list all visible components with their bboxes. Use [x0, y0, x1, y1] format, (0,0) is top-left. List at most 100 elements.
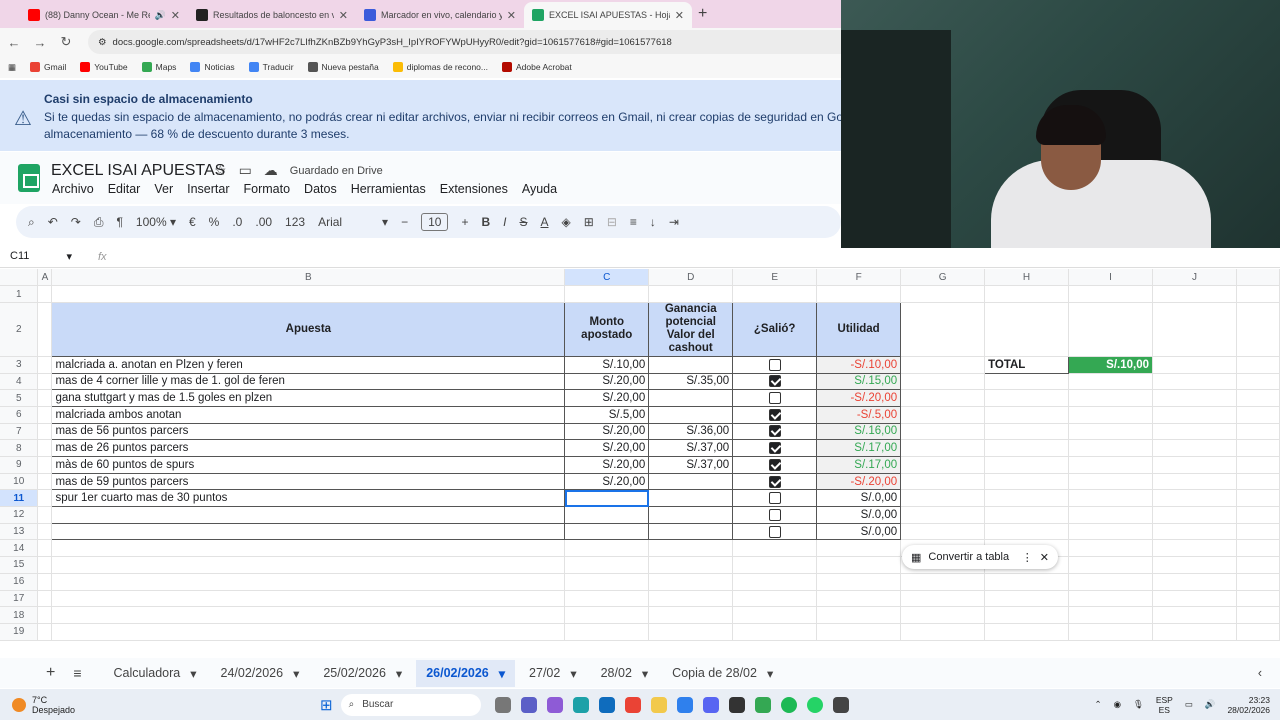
row-header[interactable]: 16: [0, 573, 39, 591]
convert-to-table-chip[interactable]: ▦ Convertir a tabla ⋮ ✕: [902, 545, 1058, 569]
close-icon[interactable]: ✕: [1040, 551, 1049, 564]
bold-icon[interactable]: B: [481, 215, 490, 229]
cell[interactable]: [37, 506, 53, 524]
cell[interactable]: [1152, 590, 1237, 608]
cell[interactable]: [984, 523, 1070, 541]
cell[interactable]: [900, 373, 986, 391]
cell[interactable]: [37, 423, 53, 441]
row-header[interactable]: 1: [0, 285, 39, 303]
cell[interactable]: [816, 539, 902, 558]
cell-ganancia[interactable]: [648, 405, 734, 424]
cell[interactable]: [1236, 373, 1280, 391]
bookmark-youtube[interactable]: YouTube: [80, 62, 128, 72]
increase-decimal-button[interactable]: .00: [255, 215, 272, 229]
chevron-down-icon[interactable]: ▾: [767, 666, 773, 681]
whatsapp-icon[interactable]: [806, 696, 823, 713]
cell[interactable]: [1236, 423, 1280, 441]
row-header[interactable]: 4: [0, 373, 39, 391]
task-view-icon[interactable]: [494, 696, 511, 713]
row-header[interactable]: 17: [0, 590, 39, 608]
cell[interactable]: [1152, 489, 1237, 508]
forward-icon[interactable]: →: [32, 35, 48, 50]
bookmark-maps[interactable]: Maps: [141, 62, 176, 72]
bookmark-gmail[interactable]: Gmail: [30, 62, 66, 72]
menu-ayuda[interactable]: Ayuda: [522, 182, 557, 196]
cell[interactable]: [984, 439, 1070, 457]
cell[interactable]: [1068, 302, 1153, 357]
copilot-icon[interactable]: [546, 696, 563, 713]
cell[interactable]: [1068, 573, 1153, 591]
cell-apuesta[interactable]: mas de 4 corner lille y mas de 1. gol de…: [51, 372, 566, 391]
cell-monto[interactable]: S/.10,00: [564, 355, 650, 374]
cell[interactable]: [1068, 623, 1153, 641]
cell-monto[interactable]: S/.20,00: [564, 372, 650, 391]
bookmark-noticias[interactable]: Noticias: [190, 62, 235, 72]
browser-tab-active[interactable]: EXCEL ISAI APUESTAS - Hojas de cálculo ✕: [524, 2, 692, 28]
cell[interactable]: [900, 489, 986, 508]
corner-cell[interactable]: [0, 269, 39, 287]
cell[interactable]: [1068, 423, 1153, 441]
move-folder-icon[interactable]: ▭: [239, 162, 252, 179]
checkbox-checked[interactable]: [768, 475, 781, 488]
cell[interactable]: [37, 556, 53, 574]
cell-utilidad[interactable]: S/.16,00: [816, 422, 902, 441]
checkbox-unchecked[interactable]: [768, 492, 781, 505]
cell[interactable]: [1152, 473, 1237, 491]
column-header-a[interactable]: A: [37, 269, 53, 287]
cell[interactable]: [1152, 523, 1237, 541]
cell-ganancia[interactable]: [648, 355, 734, 374]
paint-format-icon[interactable]: ¶: [116, 215, 122, 229]
new-tab-icon[interactable]: +: [698, 5, 707, 23]
cell[interactable]: [51, 556, 566, 574]
monitor-icon[interactable]: ▭: [1185, 699, 1193, 710]
cell[interactable]: [900, 439, 986, 457]
cell[interactable]: [564, 590, 650, 608]
cell[interactable]: [1236, 302, 1280, 357]
menu-datos[interactable]: Datos: [304, 182, 337, 196]
sheet-tab[interactable]: 24/02/2026 ▾: [211, 660, 310, 687]
cell[interactable]: [1152, 389, 1237, 407]
cell-utilidad[interactable]: -S/.5,00: [816, 405, 902, 424]
cell[interactable]: [37, 473, 53, 491]
cell[interactable]: [984, 623, 1070, 641]
cell[interactable]: [1236, 389, 1280, 407]
cell-monto[interactable]: S/.20,00: [564, 439, 650, 457]
cell-utilidad[interactable]: S/.0,00: [816, 506, 902, 524]
cell[interactable]: [900, 623, 986, 641]
cell-apuesta[interactable]: gana stuttgart y mas de 1.5 goles en plz…: [51, 389, 566, 407]
row-header[interactable]: 8: [0, 439, 39, 457]
cell[interactable]: [732, 539, 818, 558]
menu-extensiones[interactable]: Extensiones: [440, 182, 508, 196]
column-header-f[interactable]: F: [816, 269, 902, 287]
file-explorer-icon[interactable]: [650, 696, 667, 713]
cell[interactable]: [900, 506, 986, 524]
cell-apuesta[interactable]: malcriada ambos anotan: [51, 405, 566, 424]
cell[interactable]: [1068, 285, 1153, 303]
cell-monto[interactable]: [564, 506, 650, 524]
discord-icon[interactable]: [702, 696, 719, 713]
cell-ganancia[interactable]: S/.37,00: [648, 456, 734, 474]
close-tab-icon[interactable]: ✕: [675, 9, 684, 22]
checkbox-unchecked[interactable]: [768, 358, 781, 371]
cell[interactable]: [37, 456, 53, 474]
cell[interactable]: [984, 606, 1070, 624]
cell[interactable]: [1152, 406, 1237, 424]
chevron-up-icon[interactable]: ⌃: [1094, 699, 1101, 710]
cell-salio[interactable]: [732, 506, 818, 524]
cell[interactable]: [37, 606, 53, 624]
name-box[interactable]: C11 ▾: [0, 250, 80, 263]
cell[interactable]: [1152, 606, 1237, 624]
cell-apuesta[interactable]: mas de 26 puntos parcers: [51, 439, 566, 457]
cell[interactable]: [1152, 573, 1237, 591]
cell[interactable]: [1236, 573, 1280, 591]
close-tab-icon[interactable]: ✕: [171, 9, 180, 22]
cell-salio[interactable]: [732, 522, 818, 541]
cell[interactable]: [900, 389, 986, 407]
checkbox-unchecked[interactable]: [768, 525, 781, 538]
currency-button[interactable]: €: [189, 215, 196, 229]
location-icon[interactable]: ◉: [1114, 699, 1121, 710]
cell[interactable]: [900, 285, 986, 303]
cell-utilidad[interactable]: S/.15,00: [816, 372, 902, 391]
cell[interactable]: [1152, 439, 1237, 457]
language-indicator[interactable]: ESP ES: [1156, 695, 1173, 715]
